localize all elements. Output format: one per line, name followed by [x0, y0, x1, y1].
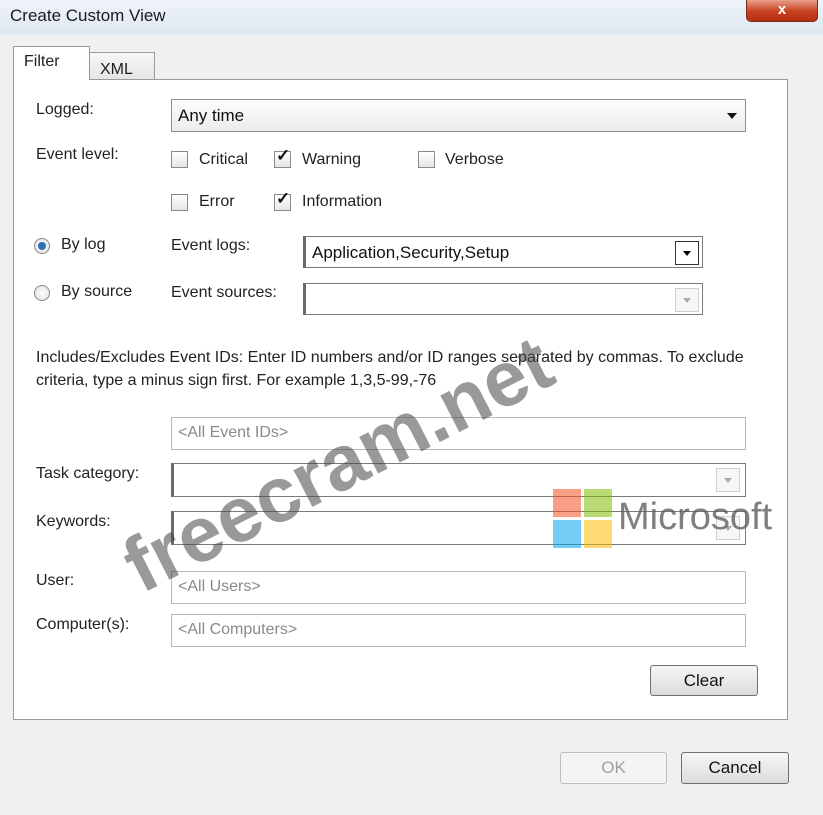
- error-checkbox[interactable]: [171, 194, 188, 211]
- chevron-down-icon: [683, 251, 691, 256]
- logo-square-yellow: [584, 520, 612, 548]
- event-logs-value: Application,Security,Setup: [312, 243, 510, 262]
- checkmark-icon: ✓: [276, 146, 291, 165]
- critical-checkbox[interactable]: [171, 151, 188, 168]
- user-label: User:: [36, 572, 75, 589]
- title-bar: Create Custom View x: [0, 0, 823, 34]
- microsoft-logo-icon: [553, 489, 613, 549]
- checkmark-icon: ✓: [276, 189, 291, 208]
- logo-square-blue: [553, 520, 581, 548]
- information-checkbox[interactable]: ✓: [274, 189, 291, 211]
- logged-dropdown[interactable]: Any time: [171, 99, 746, 132]
- by-source-label: By source: [61, 283, 133, 300]
- event-logs-field[interactable]: Application,Security,Setup: [303, 236, 703, 268]
- critical-label: Critical: [199, 151, 248, 168]
- event-sources-dropdown-button[interactable]: [675, 288, 699, 312]
- computers-input[interactable]: <All Computers>: [171, 614, 746, 647]
- warning-label: Warning: [302, 151, 361, 168]
- task-category-dropdown-button[interactable]: [716, 468, 740, 492]
- chevron-down-icon: [683, 298, 691, 303]
- close-icon[interactable]: x: [778, 1, 786, 18]
- logged-label: Logged:: [36, 101, 94, 118]
- by-source-radio[interactable]: [34, 285, 50, 301]
- tab-filter[interactable]: Filter: [13, 46, 90, 80]
- clear-button[interactable]: Clear: [650, 665, 758, 696]
- event-logs-dropdown-button[interactable]: [675, 241, 699, 265]
- verbose-checkbox[interactable]: [418, 151, 435, 168]
- task-category-field[interactable]: [171, 463, 746, 497]
- event-sources-field[interactable]: [303, 283, 703, 315]
- verbose-label: Verbose: [445, 151, 504, 168]
- warning-checkbox[interactable]: ✓: [274, 146, 291, 168]
- chevron-down-icon: [724, 478, 732, 483]
- user-placeholder: <All Users>: [178, 578, 261, 595]
- close-button[interactable]: x: [746, 0, 818, 22]
- event-logs-label: Event logs:: [171, 237, 251, 254]
- logged-value: Any time: [178, 106, 245, 125]
- information-label: Information: [302, 193, 383, 210]
- by-log-label: By log: [61, 236, 106, 253]
- error-label: Error: [199, 193, 235, 210]
- radio-selected-dot: [38, 242, 46, 250]
- by-log-radio[interactable]: [34, 238, 50, 254]
- event-sources-label: Event sources:: [171, 284, 277, 301]
- window-title: Create Custom View: [10, 6, 166, 25]
- microsoft-wordmark: Microsoft: [618, 496, 773, 538]
- task-category-label: Task category:: [36, 465, 140, 482]
- chevron-down-icon: [727, 113, 737, 119]
- event-ids-input[interactable]: <All Event IDs>: [171, 417, 746, 450]
- logo-square-green: [584, 489, 612, 517]
- keywords-label: Keywords:: [36, 513, 111, 530]
- computers-placeholder: <All Computers>: [178, 621, 298, 638]
- user-input[interactable]: <All Users>: [171, 571, 746, 604]
- cancel-button[interactable]: Cancel: [681, 752, 789, 784]
- event-ids-description: Includes/Excludes Event IDs: Enter ID nu…: [36, 349, 744, 389]
- logo-square-red: [553, 489, 581, 517]
- tab-xml[interactable]: XML: [89, 52, 155, 82]
- ok-button[interactable]: OK: [560, 752, 667, 784]
- event-ids-placeholder: <All Event IDs>: [178, 424, 289, 441]
- event-level-label: Event level:: [36, 146, 119, 163]
- computers-label: Computer(s):: [36, 616, 130, 633]
